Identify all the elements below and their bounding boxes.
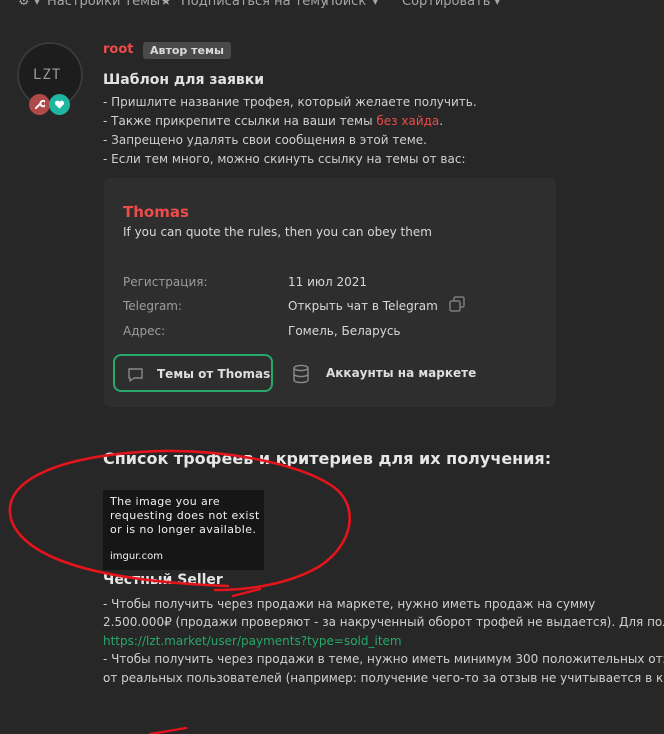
thread-settings-link[interactable]: Настройки темы: [47, 0, 160, 9]
database-icon: [293, 364, 309, 384]
subscribe-link[interactable]: Подписаться на тему: [181, 0, 328, 9]
star-icon[interactable]: ★: [160, 0, 172, 9]
chevron-down-icon[interactable]: ▾: [494, 0, 501, 9]
trophy-rule-line: - Чтобы получить через продажи на маркет…: [103, 597, 596, 611]
post-line: - Запрещено удалять свои сообщения в это…: [103, 133, 427, 147]
payments-link[interactable]: https://lzt.market/user/payments?type=so…: [103, 634, 402, 648]
registration-label: Регистрация:: [123, 275, 208, 289]
trophy-heading: Честный Seller: [103, 572, 223, 588]
address-value: Гомель, Беларусь: [288, 324, 401, 338]
address-label: Адрес:: [123, 324, 166, 338]
post-line-period: .: [439, 114, 444, 128]
copy-icon[interactable]: [449, 296, 465, 312]
trophy-rule-line: 2.500.000₽ (продажи проверяют - за накру…: [103, 615, 664, 629]
gear-icon[interactable]: ⚙ ▾: [18, 0, 40, 9]
author-badge: Автор темы: [143, 42, 231, 59]
broken-image-message: The image you are requesting does not ex…: [110, 495, 260, 536]
telegram-link[interactable]: Открыть чат в Telegram: [288, 299, 438, 313]
avatar-logo: LZT: [33, 67, 62, 83]
post-title: Шаблон для заявки: [103, 72, 265, 88]
telegram-label: Telegram:: [123, 299, 183, 313]
trophy-list-heading: Список трофеев и критериев для их получе…: [103, 449, 552, 468]
trophy-rule-line: от реальных пользователей (например: пол…: [103, 671, 664, 685]
profile-status: If you can quote the rules, then you can…: [123, 225, 432, 239]
heart-icon: [49, 94, 70, 115]
post-line-text: - Также прикрепите ссылки на ваши темы: [103, 114, 373, 128]
chevron-down-icon[interactable]: ▾: [372, 0, 379, 9]
chat-bubble-icon: [128, 368, 143, 382]
sort-link[interactable]: Сортировать: [402, 0, 490, 9]
market-accounts-button[interactable]: Аккаунты на маркете: [290, 358, 490, 392]
thread-toolbar: ⚙ ▾ Настройки темы ★ Подписаться на тему…: [0, 0, 664, 12]
author-name[interactable]: root: [103, 42, 134, 57]
profile-name[interactable]: Thomas: [123, 203, 189, 221]
profile-card: Thomas If you can quote the rules, then …: [104, 178, 556, 407]
no-hide-highlight: без хайда: [376, 114, 440, 128]
post-line: - Пришлите название трофея, который жела…: [103, 95, 477, 109]
broken-image-placeholder: The image you are requesting does not ex…: [103, 490, 264, 570]
market-accounts-label: Аккаунты на маркете: [326, 366, 477, 380]
image-host-label: imgur.com: [110, 551, 163, 562]
user-topics-label: Темы от Thomas: [157, 367, 271, 381]
trophy-rule-line: - Чтобы получить через продажи в теме, н…: [103, 652, 664, 666]
user-topics-button[interactable]: Темы от Thomas: [113, 354, 273, 392]
registration-value: 11 июл 2021: [288, 275, 368, 289]
wrench-icon: [29, 94, 50, 115]
search-link[interactable]: Поиск: [325, 0, 366, 9]
post-line: - Если тем много, можно скинуть ссылку н…: [103, 152, 466, 166]
post-line: - Также прикрепите ссылки на ваши темы б…: [103, 114, 443, 128]
